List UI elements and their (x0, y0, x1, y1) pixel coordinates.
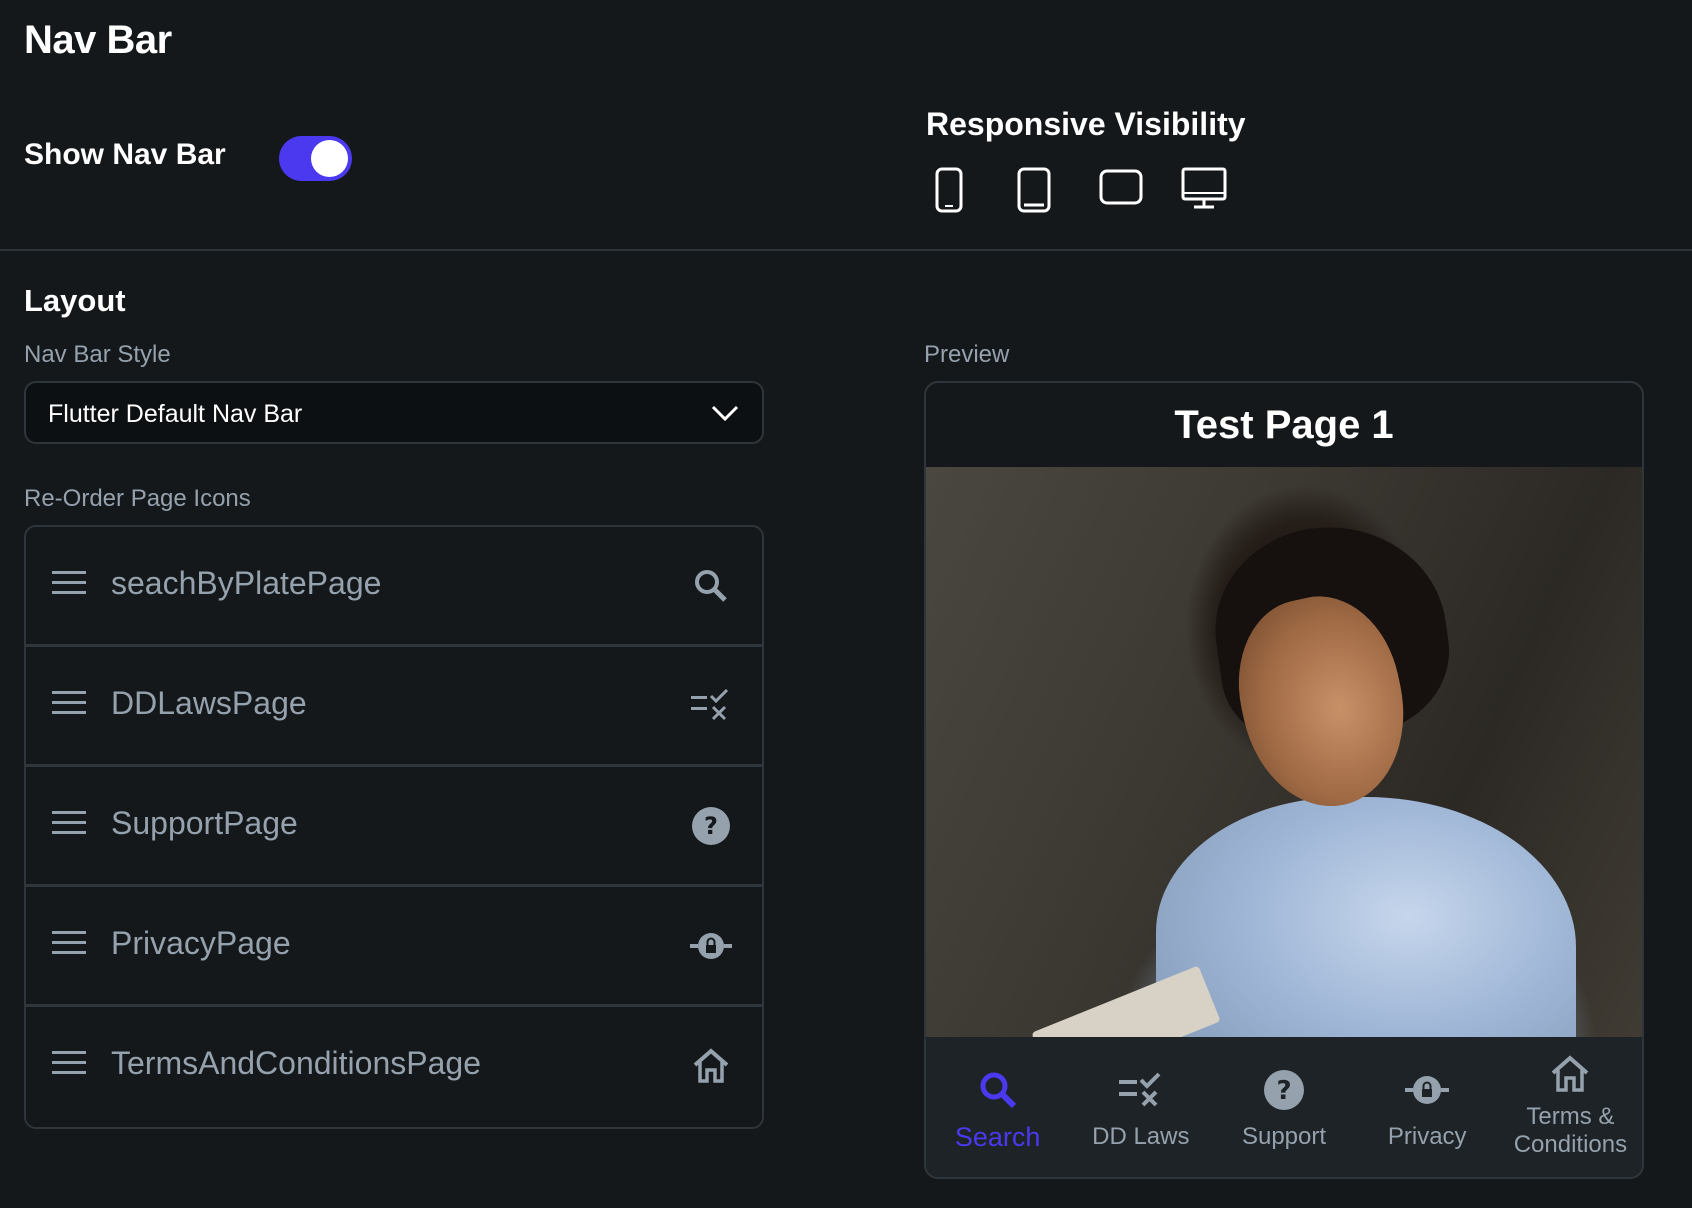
reorder-item-label: PrivacyPage (111, 925, 291, 961)
home-icon (1550, 1051, 1590, 1097)
toggle-knob (311, 140, 348, 177)
nav-bar-style-dropdown[interactable]: Flutter Default Nav Bar (24, 381, 764, 444)
reorder-item-label: DDLawsPage (111, 685, 307, 721)
nav-bar-style-label: Nav Bar Style (24, 341, 171, 368)
nav-item-terms[interactable]: Terms & Conditions (1499, 1037, 1642, 1177)
preview-page-title: Test Page 1 (1174, 402, 1394, 447)
preview-label: Preview (924, 341, 1010, 368)
reorder-item[interactable]: PrivacyPage (26, 887, 762, 1007)
nav-bar-settings-panel: Nav Bar Show Nav Bar Responsive Visibili… (0, 0, 1692, 1208)
reorder-item-label: seachByPlatePage (111, 565, 382, 601)
layout-section-title: Layout (24, 283, 126, 318)
drag-handle-icon[interactable] (52, 689, 88, 722)
nav-item-label: Support (1241, 1123, 1327, 1150)
lock-icon (690, 925, 732, 967)
preview-phone-frame: Test Page 1 Search DD Laws ? Support Pri… (924, 381, 1644, 1179)
nav-bar-style-value: Flutter Default Nav Bar (48, 400, 303, 428)
nav-item-search[interactable]: Search (926, 1037, 1069, 1177)
preview-app-bar: Test Page 1 (926, 383, 1642, 467)
nav-item-label: Search (954, 1122, 1041, 1152)
drag-handle-icon[interactable] (52, 809, 88, 842)
nav-item-support[interactable]: ? Support (1212, 1037, 1355, 1177)
reorder-item[interactable]: SupportPage ? (26, 767, 762, 887)
help-icon: ? (1263, 1067, 1305, 1113)
checklist-icon (690, 685, 732, 727)
drag-handle-icon[interactable] (52, 569, 88, 602)
nav-item-dd-laws[interactable]: DD Laws (1069, 1037, 1212, 1177)
preview-photo (926, 467, 1642, 1041)
reorder-item-label: TermsAndConditionsPage (111, 1045, 481, 1081)
page-title: Nav Bar (24, 18, 172, 62)
lock-icon (1405, 1067, 1450, 1113)
search-icon (978, 1067, 1018, 1113)
show-nav-bar-row: Show Nav Bar (24, 136, 352, 181)
nav-item-label: DD Laws (1092, 1123, 1190, 1150)
preview-bottom-nav-bar: Search DD Laws ? Support Privacy Terms &… (926, 1037, 1642, 1177)
svg-text:?: ? (1276, 1076, 1291, 1106)
nav-item-privacy[interactable]: Privacy (1356, 1037, 1499, 1177)
show-nav-bar-toggle[interactable] (279, 136, 352, 181)
desktop-icon[interactable] (1180, 166, 1262, 216)
section-divider (0, 249, 1692, 251)
nav-item-label: Privacy (1387, 1123, 1467, 1150)
reorder-label: Re-Order Page Icons (24, 485, 251, 512)
photo-book-shape (1031, 965, 1221, 1041)
photo-shirt-shape (1156, 797, 1576, 1041)
phone-icon[interactable] (934, 166, 1016, 216)
nav-item-label: Terms & Conditions (1513, 1103, 1628, 1158)
drag-handle-icon[interactable] (52, 1049, 88, 1082)
svg-text:?: ? (704, 812, 718, 840)
reorder-item-label: SupportPage (111, 805, 298, 841)
reorder-item[interactable]: DDLawsPage (26, 647, 762, 767)
reorder-item[interactable]: TermsAndConditionsPage (26, 1007, 762, 1127)
tablet-landscape-icon[interactable] (1098, 166, 1180, 216)
help-icon: ? (690, 805, 732, 847)
home-icon (690, 1045, 732, 1087)
responsive-visibility-title: Responsive Visibility (926, 106, 1246, 142)
show-nav-bar-label: Show Nav Bar (24, 138, 226, 171)
drag-handle-icon[interactable] (52, 929, 88, 962)
reorder-item[interactable]: seachByPlatePage (26, 527, 762, 647)
checklist-icon (1118, 1067, 1163, 1113)
chevron-down-icon (710, 401, 740, 430)
responsive-visibility-icons (934, 166, 1262, 216)
tablet-icon[interactable] (1016, 166, 1098, 216)
reorder-page-icons-list: seachByPlatePage DDLawsPage SupportPage … (24, 525, 764, 1129)
search-icon (690, 565, 732, 607)
